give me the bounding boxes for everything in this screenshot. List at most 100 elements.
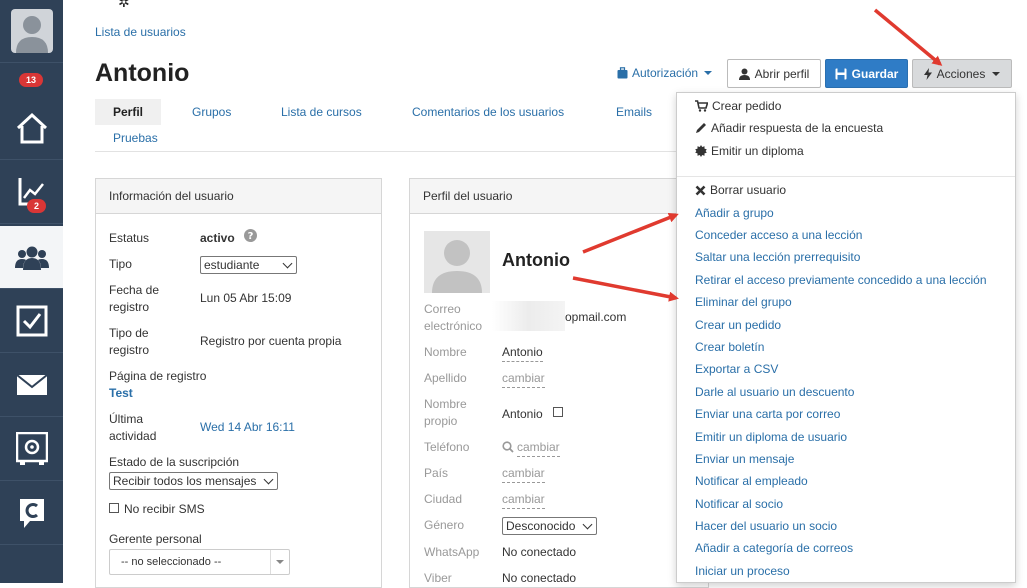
menu-item-notify-employee[interactable]: Notificar al empleado (695, 474, 808, 488)
no-sms-checkbox[interactable] (109, 503, 119, 513)
sidebar-item-avatar[interactable] (0, 0, 63, 63)
profile-name: Antonio (502, 250, 570, 270)
shopping-cart-icon (695, 100, 708, 112)
menu-item-skip-prerequisite[interactable]: Saltar una lección prerrequisito (695, 250, 860, 264)
reg-type-label-2: registro (109, 343, 150, 357)
save-button[interactable]: Guardar (825, 59, 908, 88)
menu-item-notify-partner[interactable]: Notificar al socio (695, 497, 783, 511)
manager-select[interactable]: -- no seleccionado -- (109, 549, 290, 575)
chevron-down-icon (704, 71, 713, 75)
manager-select-value: -- no seleccionado -- (121, 556, 222, 568)
menu-item-send-message[interactable]: Enviar un mensaje (695, 452, 794, 466)
user-avatar-icon (10, 9, 53, 53)
name-value[interactable]: Antonio (502, 344, 543, 362)
email-label-1: Correo (424, 302, 461, 316)
page-title: Antonio (95, 59, 190, 87)
menu-item-revoke-lesson-access[interactable]: Retirar el acceso previamente concedido … (695, 273, 987, 287)
chevron-down-icon (992, 71, 1001, 76)
phone-change-link[interactable]: cambiar (517, 439, 560, 457)
tab-course-list[interactable]: Lista de cursos (281, 105, 362, 119)
actions-dropdown-button[interactable]: Acciones (912, 59, 1012, 88)
reg-date-label-2: registro (109, 300, 150, 314)
tab-tests[interactable]: Pruebas (113, 131, 158, 145)
own-name-checkbox[interactable] (553, 407, 563, 417)
svg-text:?: ? (248, 231, 254, 242)
sidebar-item-safe[interactable] (0, 418, 63, 481)
sidebar-item-brand[interactable] (0, 482, 63, 545)
open-profile-button[interactable]: Abrir perfil (727, 59, 821, 88)
reg-date-value: Lun 05 Abr 15:09 (200, 291, 292, 305)
notifications-badge[interactable]: 13 (19, 73, 44, 87)
sidebar-item-analytics[interactable] (0, 161, 63, 224)
status-value: activo (200, 231, 235, 245)
menu-item-give-discount[interactable]: Darle al usuario un descuento (695, 385, 854, 399)
city-label: Ciudad (424, 492, 463, 506)
country-label: País (424, 466, 449, 480)
user-info-panel: Información del usuario Estatus activo ?… (95, 178, 382, 588)
subscription-select-value: Recibir todos los mensajes (113, 474, 257, 488)
subscription-select[interactable]: Recibir todos los mensajes (109, 472, 278, 490)
analytics-badge[interactable]: 2 (27, 199, 47, 213)
viber-value: No conectado (502, 571, 577, 585)
menu-item-issue-user-diploma[interactable]: Emitir un diploma de usuario (695, 430, 847, 444)
menu-item-make-partner[interactable]: Hacer del usuario un socio (695, 519, 837, 533)
menu-item-export-csv[interactable]: Exportar a CSV (695, 362, 778, 376)
type-select-value: estudiante (204, 258, 260, 272)
menu-item-issue-diploma[interactable]: Emitir un diploma (695, 144, 804, 158)
menu-item-label: Emitir un diploma (711, 144, 804, 158)
last-activity-link[interactable]: Wed 14 Abr 16:11 (200, 419, 295, 436)
sidebar-item-messages[interactable] (0, 354, 63, 417)
own-name-label-1: Nombre (424, 397, 467, 411)
breadcrumb[interactable]: Lista de usuarios (95, 25, 186, 39)
status-label: Estatus (109, 231, 150, 245)
menu-item-create-order[interactable]: Crear pedido (695, 99, 781, 113)
gender-select-value: Desconocido (506, 519, 576, 533)
profile-photo-placeholder-icon[interactable] (424, 231, 490, 293)
reg-date-label-1: Fecha de (109, 283, 160, 297)
menu-item-create-order-2[interactable]: Crear un pedido (695, 318, 781, 332)
menu-item-add-survey-answer[interactable]: Añadir respuesta de la encuesta (695, 121, 883, 135)
manager-select-arrow (270, 550, 286, 574)
menu-item-grant-lesson-access[interactable]: Conceder acceso a una lección (695, 228, 862, 242)
sidebar-item-tasks[interactable] (0, 290, 63, 353)
country-change-link[interactable]: cambiar (502, 465, 545, 483)
reg-page-label: Página de registro (109, 369, 207, 383)
last-activity-label-2: actividad (109, 429, 157, 443)
menu-item-remove-from-group[interactable]: Eliminar del grupo (695, 295, 792, 309)
authorization-dropdown[interactable]: Autorización (617, 66, 713, 80)
tab-user-comments[interactable]: Comentarios de los usuarios (412, 105, 564, 119)
reg-page-link[interactable]: Test (109, 385, 133, 402)
menu-item-label: Añadir respuesta de la encuesta (711, 121, 884, 135)
tab-groups[interactable]: Grupos (192, 105, 231, 119)
briefcase-icon (617, 67, 628, 79)
menu-item-create-newsletter[interactable]: Crear boletín (695, 340, 764, 354)
menu-item-send-email-letter[interactable]: Enviar una carta por correo (695, 407, 840, 421)
open-profile-label: Abrir perfil (754, 66, 810, 81)
menu-item-add-to-group[interactable]: Añadir a grupo (695, 206, 774, 220)
menu-item-delete-user[interactable]: Borrar usuario (695, 183, 786, 197)
no-sms-label: No recibir SMS (124, 502, 205, 516)
own-name-label-2: propio (424, 414, 458, 428)
sidebar-item-users[interactable] (0, 226, 63, 289)
home-icon (16, 112, 47, 144)
tab-emails[interactable]: Emails (616, 105, 652, 119)
surname-change-link[interactable]: cambiar (502, 370, 545, 388)
save-label: Guardar (851, 66, 899, 81)
close-icon (695, 185, 706, 195)
sidebar-item-home[interactable] (0, 97, 63, 160)
gender-select[interactable]: Desconocido (502, 517, 597, 535)
email-value: opmail.com (565, 310, 627, 324)
tab-profile[interactable]: Perfil (95, 99, 162, 125)
own-name-value: Antonio (502, 407, 543, 421)
type-select[interactable]: estudiante (200, 256, 297, 274)
users-group-icon (14, 246, 49, 270)
menu-item-label: Borrar usuario (710, 183, 787, 197)
menu-item-label: Crear pedido (712, 99, 782, 113)
lightning-bolt-icon (923, 67, 932, 80)
menu-item-add-mail-category[interactable]: Añadir a categoría de correos (695, 541, 853, 555)
help-icon[interactable]: ? (244, 229, 257, 242)
city-change-link[interactable]: cambiar (502, 491, 545, 509)
menu-item-start-process[interactable]: Iniciar un proceso (695, 564, 790, 578)
phone-label: Teléfono (424, 440, 470, 454)
actions-menu: Crear pedido Añadir respuesta de la encu… (676, 92, 1016, 583)
